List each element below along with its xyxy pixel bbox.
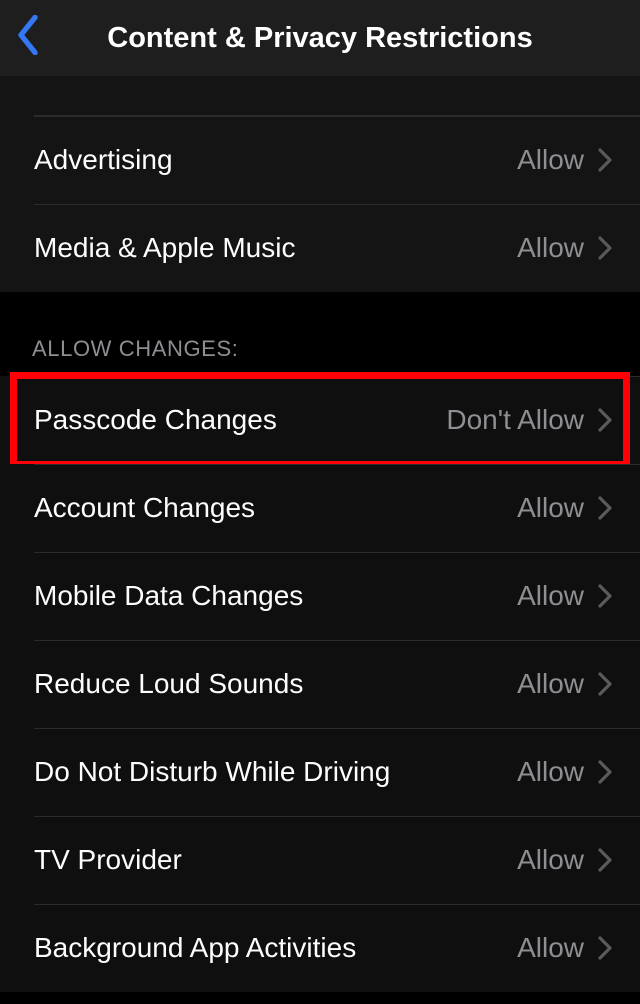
row-value: Allow xyxy=(517,492,584,524)
group-header: ALLOW CHANGES: xyxy=(0,292,640,376)
row-value: Allow xyxy=(517,232,584,264)
chevron-right-icon xyxy=(598,408,612,432)
page-title: Content & Privacy Restrictions xyxy=(0,22,640,55)
navbar: Content & Privacy Restrictions xyxy=(0,0,640,76)
settings-row-mobile-data-changes[interactable]: Mobile Data Changes Allow xyxy=(0,552,640,640)
row-label: Media & Apple Music xyxy=(34,232,517,264)
settings-row-passcode-changes[interactable]: Passcode Changes Don't Allow xyxy=(0,376,640,464)
row-value: Allow xyxy=(517,932,584,964)
chevron-right-icon xyxy=(598,148,612,172)
row-label: Mobile Data Changes xyxy=(34,580,517,612)
row-label: Reduce Loud Sounds xyxy=(34,668,517,700)
settings-row-media-apple-music[interactable]: Media & Apple Music Allow xyxy=(0,204,640,292)
row-label: Passcode Changes xyxy=(34,404,446,436)
chevron-right-icon xyxy=(598,584,612,608)
chevron-right-icon xyxy=(598,236,612,260)
settings-row-tv-provider[interactable]: TV Provider Allow xyxy=(0,816,640,904)
chevron-right-icon xyxy=(598,760,612,784)
row-value: Allow xyxy=(517,580,584,612)
settings-row-account-changes[interactable]: Account Changes Allow xyxy=(0,464,640,552)
back-icon[interactable] xyxy=(14,13,42,63)
row-value: Allow xyxy=(517,844,584,876)
chevron-right-icon xyxy=(598,496,612,520)
row-label: Advertising xyxy=(34,144,517,176)
settings-row-do-not-disturb-while-driving[interactable]: Do Not Disturb While Driving Allow xyxy=(0,728,640,816)
row-label: Do Not Disturb While Driving xyxy=(34,756,517,788)
row-value: Don't Allow xyxy=(446,404,584,436)
settings-list: Advertising Allow Media & Apple Music Al… xyxy=(0,76,640,992)
chevron-right-icon xyxy=(598,848,612,872)
row-value: Allow xyxy=(517,144,584,176)
settings-row-reduce-loud-sounds[interactable]: Reduce Loud Sounds Allow xyxy=(0,640,640,728)
group-allow-changes: ALLOW CHANGES: Passcode Changes Don't Al… xyxy=(0,292,640,992)
chevron-right-icon xyxy=(598,672,612,696)
row-label: TV Provider xyxy=(34,844,517,876)
group-top: Advertising Allow Media & Apple Music Al… xyxy=(0,76,640,292)
settings-row-cutoff[interactable] xyxy=(0,76,640,116)
row-label: Background App Activities xyxy=(34,932,517,964)
row-label: Account Changes xyxy=(34,492,517,524)
settings-row-background-app-activities[interactable]: Background App Activities Allow xyxy=(0,904,640,992)
row-value: Allow xyxy=(517,756,584,788)
chevron-right-icon xyxy=(598,936,612,960)
settings-row-advertising[interactable]: Advertising Allow xyxy=(0,116,640,204)
row-value: Allow xyxy=(517,668,584,700)
